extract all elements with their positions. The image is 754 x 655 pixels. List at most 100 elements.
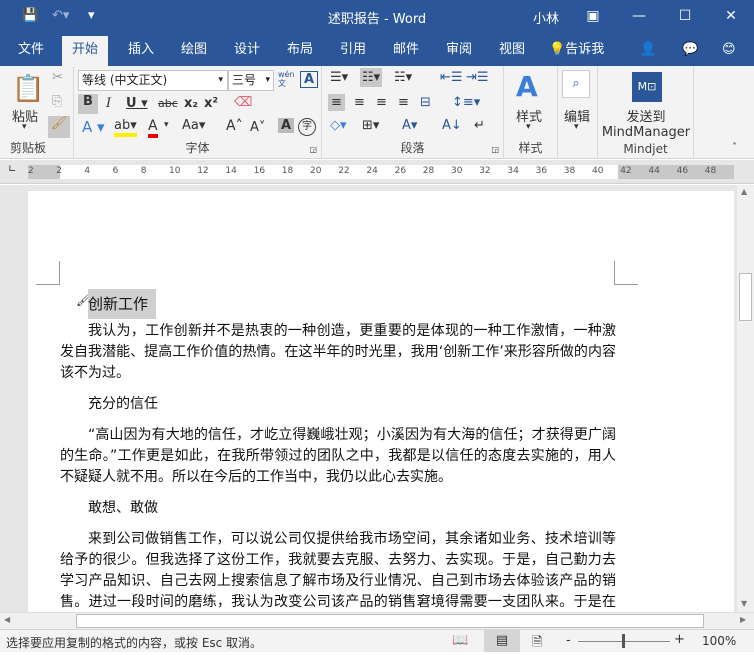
decrease-indent-icon[interactable]: ⇤☰ bbox=[440, 70, 463, 85]
subscript-icon[interactable]: x₂ bbox=[184, 96, 198, 111]
share-icon[interactable]: 👤 bbox=[636, 34, 660, 66]
font-color-dropdown-icon[interactable]: ▾ bbox=[164, 120, 169, 130]
superscript-icon[interactable]: x² bbox=[204, 96, 218, 111]
tab-design[interactable]: 设计 bbox=[230, 34, 264, 66]
margin-corner-mark bbox=[614, 261, 638, 285]
character-border-icon[interactable]: A bbox=[300, 71, 319, 88]
find-icon[interactable]: ⌕ bbox=[562, 70, 590, 98]
paste-icon[interactable]: 📋 bbox=[12, 74, 44, 104]
grow-font-icon[interactable]: A˄ bbox=[226, 118, 243, 134]
mindjet-group: M⊡ 发送到 MindManager Mindjet bbox=[598, 66, 694, 158]
close-button[interactable]: ✕ bbox=[716, 4, 746, 28]
text-effects-icon[interactable]: A ▾ bbox=[82, 118, 105, 136]
vertical-scroll-thumb[interactable] bbox=[739, 273, 752, 321]
format-painter-icon[interactable]: 🖌 bbox=[48, 116, 70, 138]
editing-dropdown-icon[interactable]: ▾ bbox=[574, 122, 579, 132]
heading-1[interactable]: 创新工作 bbox=[88, 289, 157, 319]
cut-icon[interactable]: ✂ bbox=[52, 70, 63, 85]
tab-home[interactable]: 开始 bbox=[62, 36, 109, 66]
strikethrough-icon[interactable]: abc bbox=[158, 97, 178, 110]
print-layout-icon[interactable]: ▤ bbox=[484, 630, 520, 652]
zoom-level[interactable]: 100% bbox=[702, 634, 736, 648]
center-icon[interactable]: ≡ bbox=[354, 95, 365, 110]
heading-3[interactable]: 敢想、敢做 bbox=[88, 498, 644, 519]
zoom-in-button[interactable]: + bbox=[674, 632, 685, 647]
smiley-feedback-icon[interactable]: 😊 bbox=[718, 34, 740, 66]
distributed-icon[interactable]: ⊟ bbox=[420, 95, 431, 110]
ruler-tick-label: 48 bbox=[704, 166, 717, 176]
tab-view[interactable]: 视图 bbox=[495, 34, 529, 66]
tab-layout[interactable]: 布局 bbox=[283, 34, 317, 66]
tab-file[interactable]: 文件 bbox=[14, 34, 48, 66]
shading-icon[interactable]: ◇▾ bbox=[330, 118, 347, 133]
tab-review[interactable]: 审阅 bbox=[442, 34, 476, 66]
tab-mailings[interactable]: 邮件 bbox=[389, 34, 423, 66]
tab-draw[interactable]: 绘图 bbox=[177, 34, 211, 66]
multilevel-list-icon[interactable]: ☵▾ bbox=[394, 70, 412, 85]
increase-indent-icon[interactable]: ⇥☰ bbox=[466, 70, 489, 85]
align-left-icon[interactable]: ≡ bbox=[328, 94, 345, 111]
zoom-out-button[interactable]: - bbox=[566, 633, 571, 648]
font-dialog-launcher-icon[interactable]: ◲ bbox=[309, 145, 317, 154]
character-shading-icon[interactable]: A bbox=[278, 118, 295, 133]
maximize-button[interactable]: ☐ bbox=[670, 4, 700, 28]
numbering-icon[interactable]: ☷▾ bbox=[360, 68, 383, 87]
font-color-icon[interactable]: A bbox=[148, 118, 158, 138]
tab-selector-icon[interactable]: ∟ bbox=[8, 164, 16, 175]
chevron-down-icon: ▾ bbox=[265, 75, 270, 85]
styles-icon[interactable]: A bbox=[516, 70, 538, 103]
collapse-ribbon-icon[interactable]: ˄ bbox=[732, 142, 737, 153]
copy-icon[interactable]: ⎘ bbox=[52, 94, 62, 109]
shrink-font-icon[interactable]: A˅ bbox=[250, 120, 265, 135]
vertical-scrollbar[interactable]: ▲ ▼ bbox=[737, 185, 754, 612]
phonetic-guide-icon[interactable]: wén 文 bbox=[278, 70, 295, 88]
user-name[interactable]: 小林 bbox=[533, 8, 559, 27]
justify-icon[interactable]: ≡ bbox=[398, 95, 409, 110]
paragraph-dialog-launcher-icon[interactable]: ◲ bbox=[491, 145, 499, 154]
font-size-select[interactable]: 三号 ▾ bbox=[228, 70, 274, 91]
paragraph-3[interactable]: 来到公司做销售工作，可以说公司仅提供给我市场空间，其余诸如业务、技术培训等给予的… bbox=[60, 529, 616, 612]
show-formatting-marks-icon[interactable]: ↵ bbox=[474, 118, 485, 133]
paste-dropdown-icon[interactable]: ▾ bbox=[22, 122, 27, 132]
underline-icon[interactable]: U ▾ bbox=[126, 96, 148, 111]
comments-icon[interactable]: 💬 bbox=[678, 34, 702, 66]
heading-2[interactable]: 充分的信任 bbox=[88, 394, 644, 415]
scroll-up-icon[interactable]: ▲ bbox=[741, 187, 747, 196]
sort-icon[interactable]: A↓ bbox=[442, 118, 462, 133]
tab-references[interactable]: 引用 bbox=[336, 34, 370, 66]
scroll-left-icon[interactable]: ◀ bbox=[4, 615, 10, 624]
styles-dropdown-icon[interactable]: ▾ bbox=[526, 122, 531, 132]
borders-icon[interactable]: ⊞▾ bbox=[362, 118, 379, 133]
font-name-select[interactable]: 等线 (中文正文) ▾ bbox=[78, 70, 228, 91]
bold-icon[interactable]: B bbox=[78, 94, 98, 114]
minimize-button[interactable]: — bbox=[624, 4, 654, 28]
chinese-layout-icon[interactable]: A▾ bbox=[402, 118, 417, 133]
send-to-mindmanager-button[interactable]: 发送到 MindManager bbox=[598, 106, 694, 140]
ribbon-display-options-icon[interactable]: ▣ bbox=[578, 4, 608, 28]
highlight-color-icon[interactable]: ab▾ bbox=[114, 118, 137, 137]
document-page[interactable]: 🖌 创新工作 我认为，工作创新并不是热衷的一种创造，更重要的是体现的一种工作激情… bbox=[28, 191, 734, 612]
enclose-characters-icon[interactable]: 字 bbox=[298, 118, 316, 136]
scroll-down-icon[interactable]: ▼ bbox=[741, 599, 747, 608]
horizontal-scroll-thumb[interactable] bbox=[76, 614, 704, 628]
align-right-icon[interactable]: ≡ bbox=[376, 95, 387, 110]
zoom-slider-thumb[interactable] bbox=[622, 634, 625, 648]
change-case-icon[interactable]: Aa▾ bbox=[182, 118, 205, 133]
styles-group-label: 样式 bbox=[518, 141, 543, 155]
tab-insert[interactable]: 插入 bbox=[124, 34, 158, 66]
clear-formatting-icon[interactable]: ⌫ bbox=[234, 95, 252, 110]
ruler-tick-label: 38 bbox=[563, 166, 576, 176]
scroll-right-icon[interactable]: ▶ bbox=[740, 615, 746, 624]
clipboard-group-label: 剪贴板 bbox=[10, 141, 47, 155]
paragraph-2[interactable]: “高山因为有大地的信任，才屹立得巍峨壮观；小溪因为有大海的信任；才获得更广阔的生… bbox=[60, 425, 616, 488]
line-spacing-icon[interactable]: ↕≡▾ bbox=[452, 95, 480, 110]
bullets-icon[interactable]: ☰▾ bbox=[330, 70, 348, 85]
mindmanager-icon[interactable]: M⊡ bbox=[632, 72, 662, 102]
horizontal-scrollbar[interactable]: ◀ ▶ bbox=[0, 612, 754, 629]
read-mode-icon[interactable]: 📖 bbox=[452, 633, 468, 648]
italic-icon[interactable]: I bbox=[106, 96, 111, 111]
horizontal-ruler[interactable]: ∟ 2 2 4 6 8 10 12 14 16 18 20 22 24 26 28 30 32 34 36 38 40 4… bbox=[0, 160, 754, 184]
paragraph-1[interactable]: 我认为，工作创新并不是热衷的一种创造，更重要的是体现的一种工作激情，一种激发自我… bbox=[60, 321, 616, 384]
tab-tell-me[interactable]: 💡告诉我 bbox=[545, 34, 608, 66]
status-message: 选择要应用复制的格式的内容，或按 Esc 取消。 bbox=[6, 636, 263, 650]
